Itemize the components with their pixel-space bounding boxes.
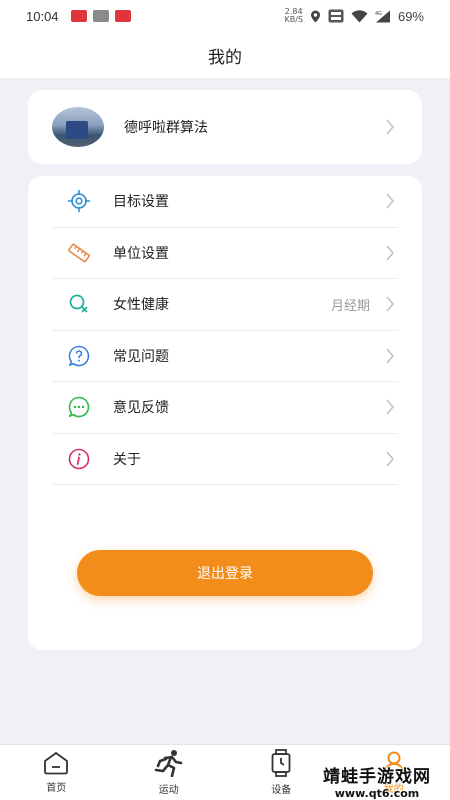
chevron-right-icon [382,193,398,209]
tab-home[interactable]: 首页 [0,745,113,800]
status-bar: 10:04 2.84 KB/S 4G 69% [0,0,450,32]
menu-item-label: 单位设置 [113,245,169,262]
profile-card[interactable]: 德呼啦群算法 [28,90,422,164]
menu-item-label: 关于 [113,451,141,468]
profile-name: 德呼啦群算法 [124,120,208,136]
page-header: 我的 [0,32,450,78]
menu-item-value: 月经期 [330,298,370,314]
network-speed: 2.84 KB/S [284,7,303,24]
question-icon [66,343,92,369]
menu-item-target-settings[interactable]: 目标设置 [52,176,398,228]
info-icon [66,446,92,472]
profile-icon [382,751,405,775]
tab-device[interactable]: 设备 [225,745,338,800]
menu-item-unit-settings[interactable]: 单位设置 [52,228,398,279]
menu-item-label: 目标设置 [113,194,169,211]
menu-item-label: 意见反馈 [113,400,169,417]
tab-label: 我的 [383,784,404,795]
chevron-right-icon [382,348,398,364]
gallery-notification-icon [92,10,109,22]
signal-icon: 4G [375,10,390,22]
home-icon [44,752,69,775]
chevron-right-icon [382,399,398,415]
menu-item-feedback[interactable]: 意见反馈 [52,382,398,434]
tab-mine[interactable]: 我的 [338,745,450,800]
page-title: 我的 [208,47,242,68]
menu-item-about[interactable]: 关于 [52,434,398,485]
status-time: 10:04 [26,8,59,24]
running-icon [154,750,183,777]
chevron-right-icon [382,119,398,135]
menu-item-female-health[interactable]: 女性健康 月经期 [52,279,398,331]
menu-item-faq[interactable]: 常见问题 [52,331,398,382]
notification-app-icon [70,10,87,22]
chat-icon [66,394,92,420]
avatar [52,107,104,147]
menu-item-label: 常见问题 [113,348,169,365]
target-icon [66,188,92,214]
tab-label: 首页 [46,783,67,794]
chevron-right-icon [382,296,398,312]
chevron-right-icon [382,451,398,467]
notification-app-icon [114,10,131,22]
female-icon [66,291,92,317]
svg-text:4G: 4G [375,11,382,17]
location-icon [310,10,320,22]
wifi-icon [351,9,368,22]
battery-level: 69% [397,8,424,24]
logout-button[interactable]: 退出登录 [77,550,373,596]
tab-label: 设备 [271,785,292,796]
tab-exercise[interactable]: 运动 [113,745,226,800]
menu-item-label: 女性健康 [113,297,169,314]
watch-icon [271,749,291,777]
bottom-tab-bar: 首页 运动 设备 我的 [0,744,450,800]
chevron-right-icon [382,245,398,261]
volte-icon [328,9,344,23]
settings-menu-card: 目标设置 单位设置 女性健康 月经期 常见问题 意见反馈 关于 退出登录 [28,176,422,650]
ruler-icon [66,240,92,266]
tab-label: 运动 [158,785,179,796]
